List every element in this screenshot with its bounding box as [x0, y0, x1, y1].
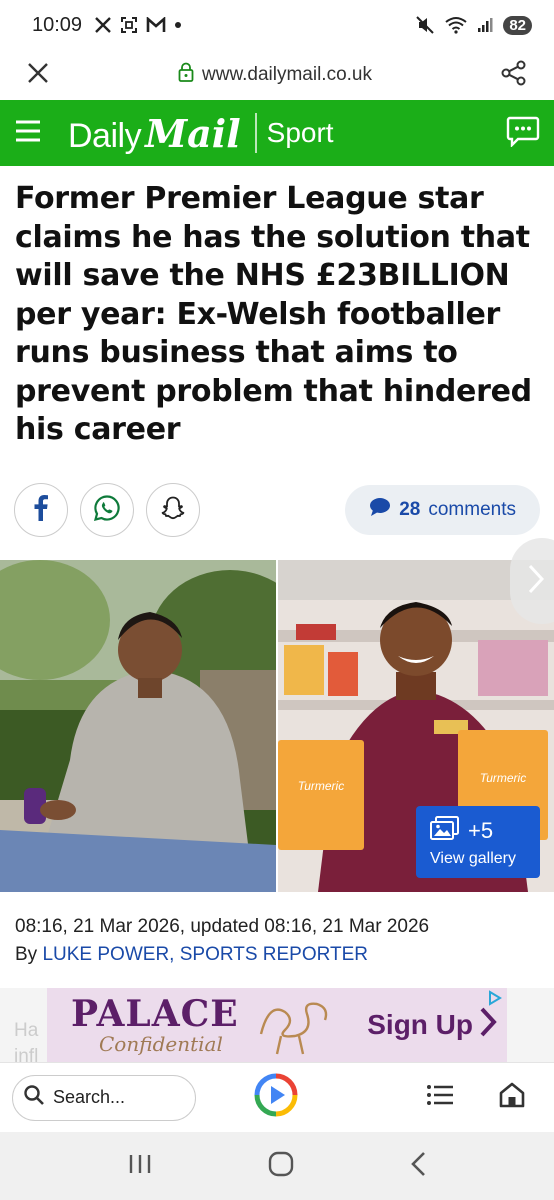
home-icon[interactable]: [498, 1081, 526, 1114]
search-input[interactable]: Search...: [12, 1074, 196, 1121]
gallery-icon: [430, 816, 460, 846]
status-time: 10:09: [32, 13, 83, 36]
box-label-left: Turmeric: [298, 779, 344, 793]
lock-icon: [178, 62, 194, 88]
header-divider: [254, 113, 257, 153]
comment-bubble-icon: [369, 497, 391, 523]
view-gallery-button[interactable]: +5 View gallery: [416, 806, 540, 878]
home-nav-icon[interactable]: [267, 1150, 295, 1183]
browser-bottom-bar: Search...: [0, 1062, 554, 1132]
article-dates: 08:16, 21 Mar 2026, updated 08:16, 21 Ma…: [15, 916, 430, 937]
adchoices-icon[interactable]: [487, 990, 503, 1011]
site-header: Daily Mail Sport: [0, 100, 554, 166]
screenshot-icon: [120, 16, 138, 34]
share-icon[interactable]: [500, 59, 528, 92]
ad-tagline: Confidential: [99, 1032, 223, 1056]
back-icon[interactable]: [409, 1150, 427, 1183]
assistant-icon[interactable]: [254, 1073, 298, 1122]
ad-brand: PALACE Confidential: [71, 996, 239, 1054]
close-icon[interactable]: [26, 61, 50, 90]
box-label-right: Turmeric: [480, 771, 526, 785]
x-icon: [94, 16, 112, 34]
chat-icon[interactable]: [506, 115, 540, 152]
section-title[interactable]: Sport: [267, 117, 334, 149]
chevron-right-icon: [528, 564, 545, 599]
snapchat-share-button[interactable]: [146, 483, 200, 537]
battery-indicator: 82: [503, 15, 532, 35]
ad-scroll-ornament-icon: [255, 990, 335, 1061]
gallery-label: View gallery: [430, 850, 516, 867]
article-photo-left[interactable]: [0, 560, 276, 892]
comments-count: 28: [399, 499, 421, 520]
url-bar: www.dailymail.co.uk: [0, 50, 554, 100]
author-link[interactable]: LUKE POWER, SPORTS REPORTER: [42, 944, 368, 965]
system-nav-bar: [0, 1132, 554, 1200]
ad-chevron-right-icon: [479, 1006, 497, 1045]
facebook-share-button[interactable]: [14, 483, 68, 537]
ad-banner[interactable]: PALACE Confidential Sign Up: [47, 988, 507, 1062]
wifi-icon: [445, 16, 467, 34]
ad-container: Ha infl PALACE Confidential Sign Up: [0, 988, 554, 1062]
hamburger-menu-icon[interactable]: [14, 119, 42, 148]
byline: By LUKE POWER, SPORTS REPORTER: [15, 944, 368, 966]
comments-button[interactable]: 28 comments: [345, 485, 540, 535]
ad-signup-button[interactable]: Sign Up: [367, 1006, 497, 1045]
signal-icon: [477, 17, 493, 33]
byline-prefix: By: [15, 944, 38, 965]
url-display[interactable]: www.dailymail.co.uk: [50, 62, 500, 88]
whatsapp-share-button[interactable]: [80, 483, 134, 537]
snapchat-icon: [160, 495, 186, 526]
logo-daily: Daily: [68, 116, 142, 155]
mute-icon: [415, 15, 435, 35]
share-row: 28 comments: [14, 483, 540, 537]
list-menu-icon[interactable]: [426, 1084, 454, 1111]
status-bar: 10:09 82: [0, 0, 554, 50]
comments-label: comments: [428, 499, 516, 520]
article-headline: Former Premier League star claims he has…: [15, 181, 532, 447]
url-text: www.dailymail.co.uk: [202, 64, 372, 85]
ad-brand-name: PALACE: [71, 993, 239, 1035]
gallery-next-button[interactable]: [510, 538, 554, 624]
site-logo[interactable]: Daily Mail: [68, 111, 241, 156]
search-placeholder: Search...: [53, 1087, 126, 1107]
truncated-article-text: Ha infl: [14, 1020, 39, 1062]
facebook-icon: [34, 494, 48, 526]
search-icon: [23, 1084, 45, 1111]
ad-signup-label: Sign Up: [367, 1009, 473, 1040]
logo-mail: Mail: [145, 110, 241, 156]
gmail-icon: [146, 17, 166, 33]
whatsapp-icon: [93, 494, 121, 527]
recent-apps-icon[interactable]: [127, 1152, 153, 1181]
gallery-count: +5: [468, 818, 494, 843]
dot-icon: [174, 21, 182, 29]
